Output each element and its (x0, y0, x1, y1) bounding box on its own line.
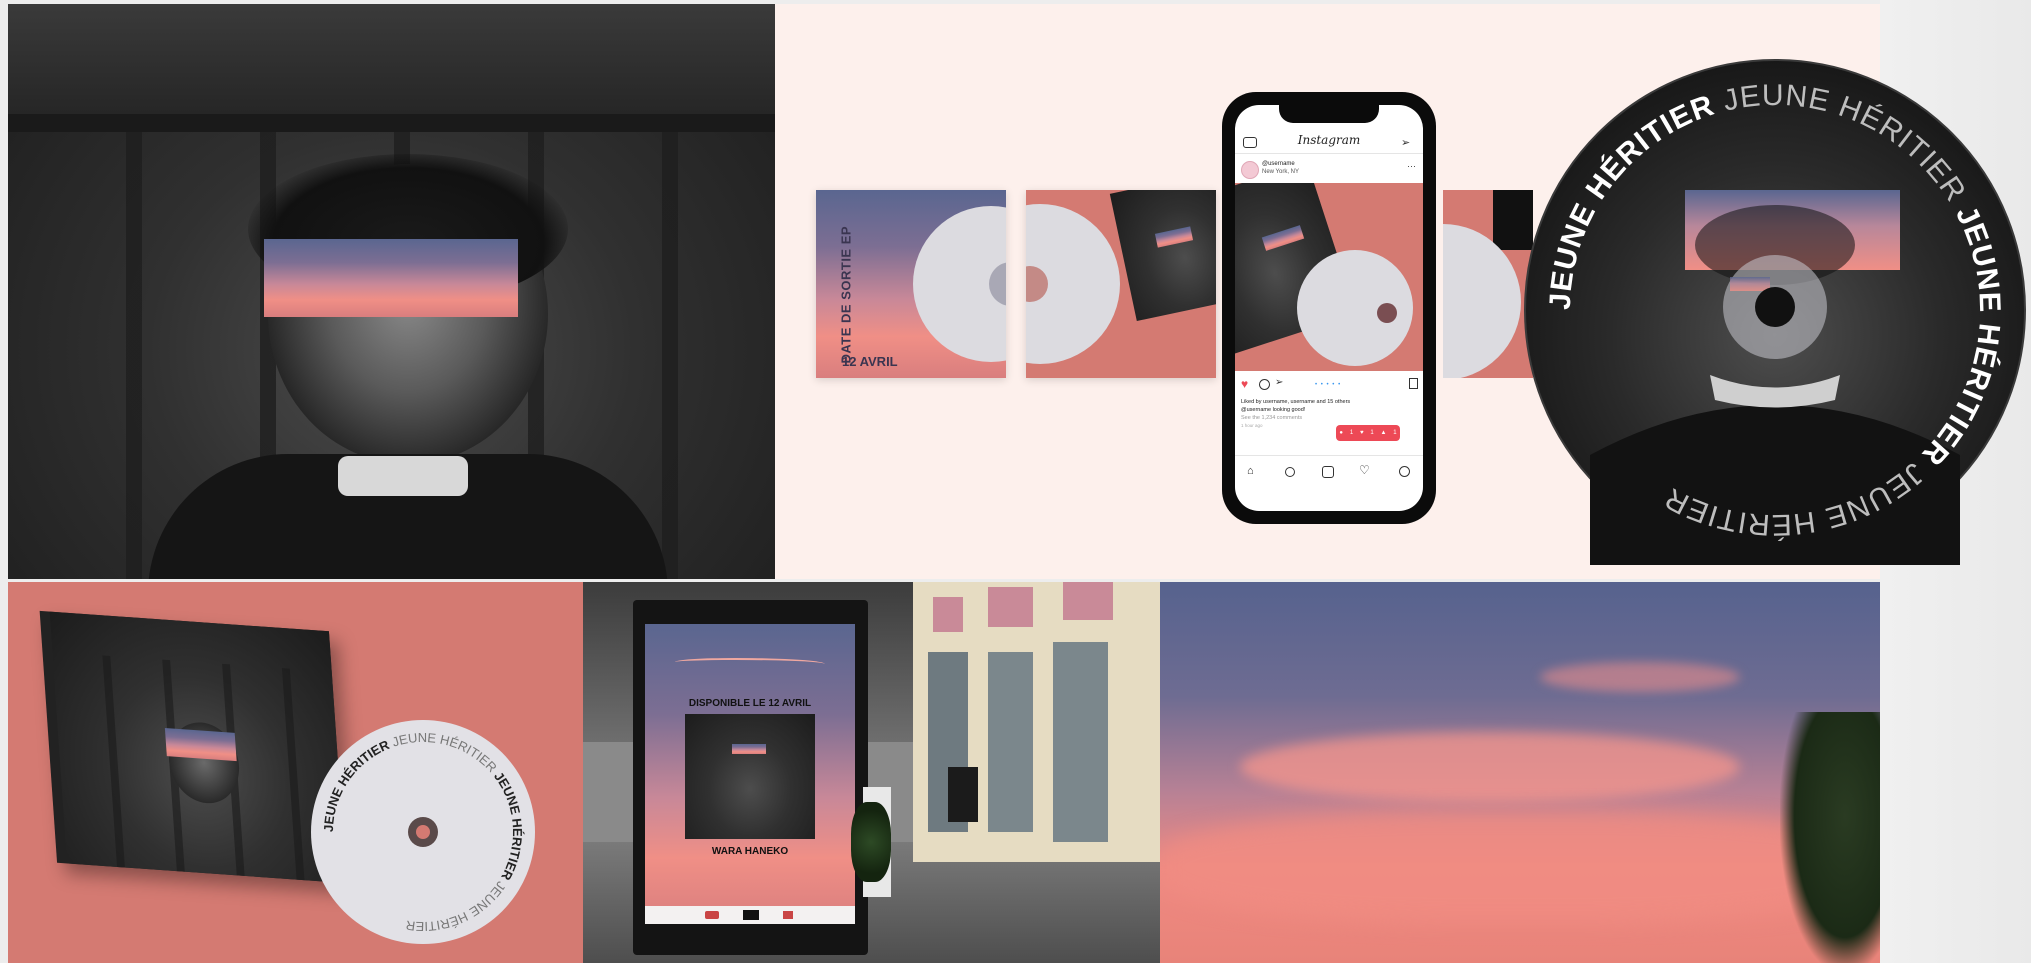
post-username[interactable]: @username (1262, 161, 1295, 167)
release-date: 12 AVRIL (842, 354, 898, 369)
bookmark-icon[interactable] (1409, 378, 1418, 389)
phone-screen: Instagram ➢ @username New York, NY ··· ♥… (1235, 105, 1423, 511)
comment-icon[interactable] (1259, 379, 1270, 390)
profile-icon[interactable] (1399, 466, 1410, 477)
cd-disc-small: JEUNE HÉRITIER JEUNE HÉRITIER JEUNE HÉRI… (311, 720, 535, 944)
portrait-photo (8, 4, 775, 579)
notif-like-count: 1 (1370, 430, 1374, 436)
poster-artist: WARA HANEKO (711, 846, 789, 857)
release-label: DATE DE SORTIE EP (838, 225, 854, 364)
activity-icon[interactable]: ♡ (1359, 463, 1370, 477)
large-cd-disc: JEUNE HÉRITIER JEUNE HÉRITIER JEUNE HÉRI… (1524, 59, 2026, 565)
poster: DISPONIBLE LE 12 AVRIL WARA HANEKO (645, 624, 855, 924)
phone-mockup: Instagram ➢ @username New York, NY ··· ♥… (1222, 92, 1436, 524)
poster-scribble (675, 658, 825, 668)
search-icon[interactable] (1285, 467, 1295, 477)
comments-link[interactable]: See the 1,234 comments (1241, 415, 1302, 421)
tree-silhouette (1780, 712, 1880, 963)
label-logo-2 (743, 910, 759, 920)
avatar[interactable] (1241, 161, 1259, 179)
sunset-sky-photo (1160, 582, 1880, 963)
sky-censor-band (264, 239, 518, 317)
post-location[interactable]: New York, NY (1262, 169, 1299, 175)
heart-icon[interactable]: ♥ (1241, 377, 1248, 391)
post-image[interactable] (1235, 183, 1423, 371)
cd-back-cover: DATE DE SORTIE EP 12 AVRIL (816, 190, 1006, 378)
cd-front-cover (1026, 190, 1216, 378)
more-options-icon[interactable]: ··· (1407, 161, 1416, 171)
app-title: Instagram (1297, 133, 1361, 147)
time-ago: 1 hour ago (1241, 423, 1263, 428)
label-logo-1 (705, 911, 719, 919)
carousel-dots: • • • • • (1315, 382, 1342, 388)
activity-notification[interactable]: ● 1 ♥ 1 ▲ 1 (1336, 425, 1400, 441)
poster-headline: DISPONIBLE LE 12 AVRIL (688, 698, 812, 709)
cd-case-mockup: JEUNE HÉRITIER JEUNE HÉRITIER JEUNE HÉRI… (8, 582, 583, 963)
notif-follow-icon: ▲ (1380, 430, 1387, 436)
add-post-icon[interactable] (1322, 466, 1334, 478)
notif-comment-count: 1 (1349, 430, 1354, 436)
street-poster-photo: DISPONIBLE LE 12 AVRIL WARA HANEKO (583, 582, 1160, 963)
notif-comment-icon: ● (1339, 430, 1344, 436)
home-icon[interactable]: ⌂ (1247, 465, 1254, 477)
phone-notch (1279, 105, 1379, 123)
notif-follow-count: 1 (1393, 430, 1397, 436)
caption: @username looking good! (1241, 407, 1306, 413)
likes-text: Liked by username, username and 15 other… (1241, 399, 1351, 405)
send-icon[interactable]: ➢ (1401, 136, 1410, 149)
share-icon[interactable]: ➢ (1275, 377, 1283, 388)
notif-like-icon: ♥ (1359, 430, 1364, 436)
cd-front-disc (1026, 204, 1120, 364)
label-logo-3 (783, 911, 793, 919)
